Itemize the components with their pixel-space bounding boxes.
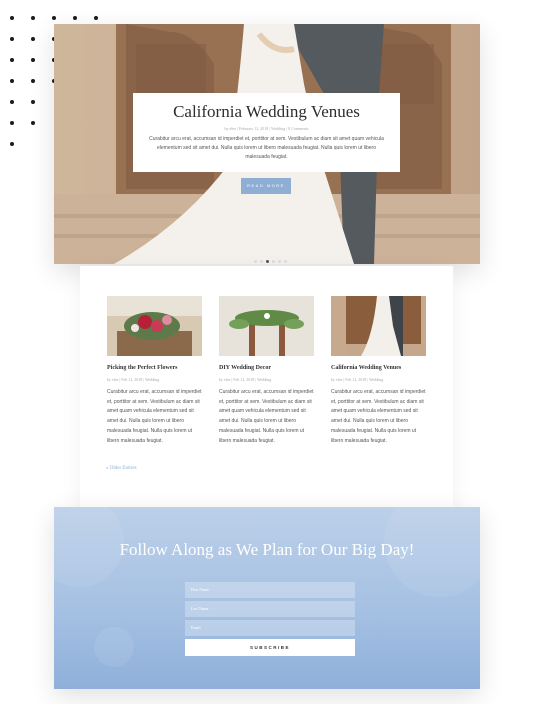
dot [52, 16, 56, 20]
slider-pagination [254, 250, 290, 264]
dot [10, 37, 14, 41]
post-excerpt: Curabitur arcu erat, accumsan id imperdi… [107, 389, 202, 444]
post-title[interactable]: California Wedding Venues [331, 365, 426, 371]
dot [10, 58, 14, 62]
signup-title: Follow Along as We Plan for Our Big Day! [119, 540, 415, 559]
hero-slider: California Wedding Venues by elee | Febr… [54, 24, 480, 264]
dot [73, 16, 77, 20]
dot [31, 58, 35, 62]
dot [10, 100, 14, 104]
last-name-field[interactable]: Last Name [185, 601, 355, 617]
post-excerpt: Curabitur arcu erat, accumsan id imperdi… [331, 389, 426, 444]
email-field[interactable]: Email [185, 620, 355, 636]
post-meta: by elee | Feb 12, 2018 | Wedding [331, 377, 384, 382]
post-title[interactable]: DIY Wedding Decor [219, 365, 314, 371]
hero-meta: by elee | February 12, 2018 | Wedding | … [224, 126, 309, 131]
post-meta: by elee | Feb 12, 2018 | Wedding [219, 377, 272, 382]
blog-posts-section: Picking the Perfect Flowers by elee | Fe… [80, 266, 453, 511]
dot [31, 121, 35, 125]
bokeh-decoration [94, 627, 134, 667]
flowers-photo[interactable] [107, 296, 202, 356]
dot [94, 16, 98, 20]
hero-card: California Wedding Venues by elee | Febr… [133, 93, 400, 172]
slider-dot[interactable] [260, 260, 263, 263]
dot [31, 79, 35, 83]
hero-excerpt: Curabitur arcu erat, accumsan id imperdi… [149, 136, 384, 160]
subscribe-button[interactable]: SUBSCRIBE [185, 639, 355, 656]
slider-dot[interactable] [266, 260, 269, 263]
slider-dot[interactable] [278, 260, 281, 263]
post-card: DIY Wedding Decor by elee | Feb 12, 2018… [219, 296, 314, 446]
post-card: Picking the Perfect Flowers by elee | Fe… [107, 296, 202, 446]
post-title[interactable]: Picking the Perfect Flowers [107, 365, 202, 371]
slider-dot[interactable] [284, 260, 287, 263]
couple-photo[interactable] [331, 296, 426, 356]
decor-photo[interactable] [219, 296, 314, 356]
dot [10, 121, 14, 125]
slider-dot[interactable] [254, 260, 257, 263]
post-card: California Wedding Venues by elee | Feb … [331, 296, 426, 446]
post-meta: by elee | Feb 12, 2018 | Wedding [107, 377, 160, 382]
dot [10, 79, 14, 83]
slider-dot[interactable] [272, 260, 275, 263]
first-name-field[interactable]: First Name [185, 582, 355, 598]
hero-title[interactable]: California Wedding Venues [133, 102, 400, 122]
post-excerpt: Curabitur arcu erat, accumsan id imperdi… [219, 389, 314, 444]
older-entries-link[interactable]: « Older Entries [106, 466, 137, 471]
newsletter-signup: Follow Along as We Plan for Our Big Day!… [54, 507, 480, 689]
dot [10, 142, 14, 146]
dot [31, 100, 35, 104]
dot [10, 16, 14, 20]
dot [31, 16, 35, 20]
dot [31, 37, 35, 41]
read-more-button[interactable]: READ MORE [241, 178, 291, 194]
